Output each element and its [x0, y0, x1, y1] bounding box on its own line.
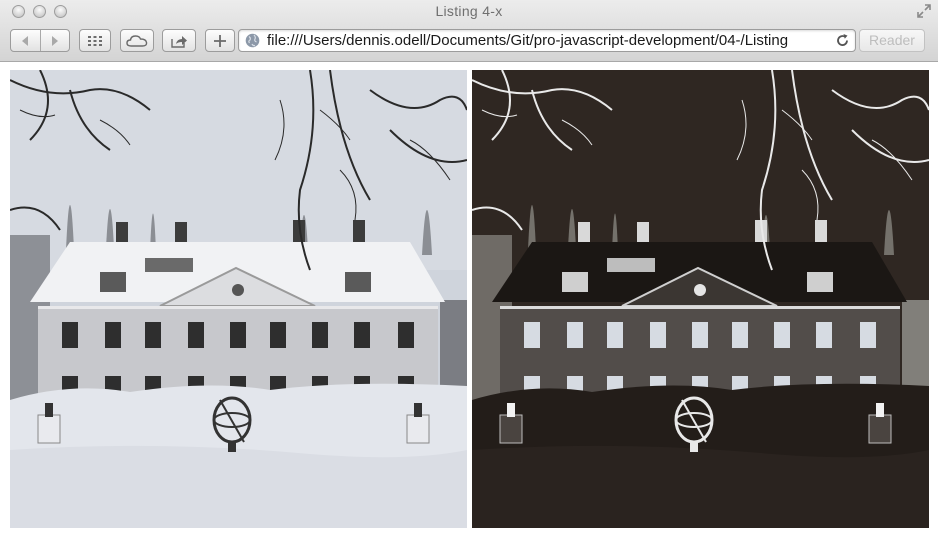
back-button[interactable]: [11, 30, 40, 51]
browser-toolbar: Listing 4-x file:///Users/dennis.odell/D…: [0, 0, 938, 62]
share-icon: [171, 35, 187, 48]
back-arrow-icon: [22, 35, 29, 46]
add-bookmark-button[interactable]: [205, 29, 235, 52]
globe-icon: [245, 33, 260, 48]
top-sites-button[interactable]: [79, 29, 111, 52]
url-text[interactable]: file:///Users/dennis.odell/Documents/Git…: [267, 32, 827, 50]
plus-icon: [214, 34, 226, 47]
reader-button[interactable]: Reader: [859, 29, 925, 52]
back-forward-control: [10, 29, 70, 52]
page-content: [0, 62, 938, 538]
icloud-tabs-button[interactable]: [120, 29, 154, 52]
inverted-image: [472, 70, 929, 528]
grid-icon: [88, 35, 102, 46]
address-bar[interactable]: file:///Users/dennis.odell/Documents/Git…: [238, 29, 856, 52]
forward-arrow-icon: [51, 35, 58, 46]
window-title: Listing 4-x: [435, 3, 503, 19]
forward-button[interactable]: [41, 30, 70, 51]
fullscreen-icon[interactable]: [916, 3, 932, 19]
browser-window: Listing 4-x file:///Users/dennis.odell/D…: [0, 0, 938, 538]
reload-icon[interactable]: [834, 32, 851, 49]
cloud-icon: [126, 34, 148, 47]
share-button[interactable]: [162, 29, 196, 52]
original-image: [10, 70, 467, 528]
